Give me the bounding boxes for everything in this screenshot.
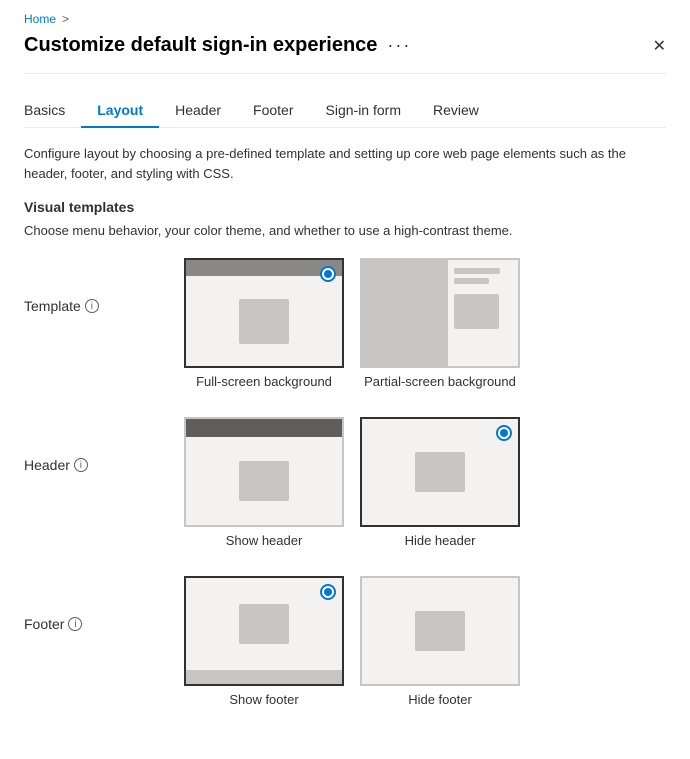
footer-option-group: Footer i Show footer <box>24 576 666 707</box>
show-header-label: Show header <box>226 533 303 548</box>
show-header-card[interactable]: Show header <box>184 417 344 548</box>
hide-header-preview <box>362 419 518 525</box>
show-footer-label: Show footer <box>229 692 298 707</box>
preview-footer-bar <box>186 670 342 684</box>
template-partial-preview <box>362 260 518 366</box>
hide-footer-box[interactable] <box>360 576 520 686</box>
template-partial-screen-card[interactable]: Partial-screen background <box>360 258 520 389</box>
preview-right-panel <box>448 260 518 366</box>
template-full-screen-box[interactable] <box>184 258 344 368</box>
breadcrumb-separator: > <box>62 12 69 26</box>
tab-review[interactable]: Review <box>417 94 495 128</box>
preview-no-footer-body <box>362 578 518 684</box>
preview-content <box>186 276 342 366</box>
more-options-icon[interactable]: ··· <box>387 35 411 56</box>
preview-right-bar1 <box>454 268 501 274</box>
tab-basics[interactable]: Basics <box>24 94 81 128</box>
preview-no-header-body <box>362 419 518 525</box>
template-full-label: Full-screen background <box>196 374 332 389</box>
show-footer-box[interactable] <box>184 576 344 686</box>
breadcrumb: Home > <box>24 12 666 26</box>
preview-left-bg <box>362 260 448 366</box>
preview-right-content <box>454 294 499 329</box>
preview-center-box <box>239 299 289 344</box>
show-header-box[interactable] <box>184 417 344 527</box>
close-icon[interactable]: ✕ <box>653 36 666 56</box>
template-partial-screen-box[interactable] <box>360 258 520 368</box>
hide-header-box[interactable] <box>360 417 520 527</box>
hide-header-label: Hide header <box>405 533 476 548</box>
hide-header-radio[interactable] <box>496 425 512 441</box>
preview-footer-body <box>186 578 342 670</box>
preview-header-bar <box>186 419 342 437</box>
preview-top-bar <box>186 260 342 276</box>
visual-templates-description: Choose menu behavior, your color theme, … <box>24 223 666 238</box>
preview-no-footer-content <box>415 611 465 651</box>
hide-footer-preview <box>362 578 518 684</box>
tab-footer[interactable]: Footer <box>237 94 309 128</box>
hide-footer-card[interactable]: Hide footer <box>360 576 520 707</box>
hide-header-card[interactable]: Hide header <box>360 417 520 548</box>
tab-header[interactable]: Header <box>159 94 237 128</box>
preview-right-bar2 <box>454 278 489 284</box>
preview-footer-content <box>239 604 289 644</box>
footer-cards: Show footer Hide footer <box>184 576 520 707</box>
visual-templates-title: Visual templates <box>24 199 666 215</box>
header-info-icon[interactable]: i <box>74 458 88 472</box>
header-section-label: Header i <box>24 417 184 473</box>
template-cards: Full-screen background Partial-screen ba… <box>184 258 520 389</box>
header-option-group: Header i Show header <box>24 417 666 548</box>
show-footer-radio[interactable] <box>320 584 336 600</box>
show-footer-card[interactable]: Show footer <box>184 576 344 707</box>
page-title: Customize default sign-in experience <box>24 34 377 57</box>
template-info-icon[interactable]: i <box>85 299 99 313</box>
footer-info-icon[interactable]: i <box>68 617 82 631</box>
preview-header-body <box>186 437 342 525</box>
show-footer-preview <box>186 578 342 684</box>
tab-layout[interactable]: Layout <box>81 94 159 128</box>
template-partial-label: Partial-screen background <box>364 374 516 389</box>
page-header-left: Customize default sign-in experience ··· <box>24 34 411 57</box>
template-full-radio[interactable] <box>320 266 336 282</box>
preview-no-header-content <box>415 452 465 492</box>
header-divider <box>24 73 666 74</box>
tab-bar: Basics Layout Header Footer Sign-in form… <box>24 94 666 128</box>
tab-sign-in-form[interactable]: Sign-in form <box>310 94 417 128</box>
template-option-group: Template i Full-screen background <box>24 258 666 389</box>
page-container: Home > Customize default sign-in experie… <box>0 0 690 759</box>
template-full-screen-card[interactable]: Full-screen background <box>184 258 344 389</box>
breadcrumb-home[interactable]: Home <box>24 12 56 26</box>
hide-footer-label: Hide footer <box>408 692 472 707</box>
layout-description: Configure layout by choosing a pre-defin… <box>24 144 666 183</box>
preview-header-content <box>239 461 289 501</box>
header-cards: Show header Hide header <box>184 417 520 548</box>
footer-section-label: Footer i <box>24 576 184 632</box>
page-header: Customize default sign-in experience ···… <box>24 34 666 57</box>
template-full-preview <box>186 260 342 366</box>
template-label: Template i <box>24 258 184 314</box>
show-header-preview <box>186 419 342 525</box>
